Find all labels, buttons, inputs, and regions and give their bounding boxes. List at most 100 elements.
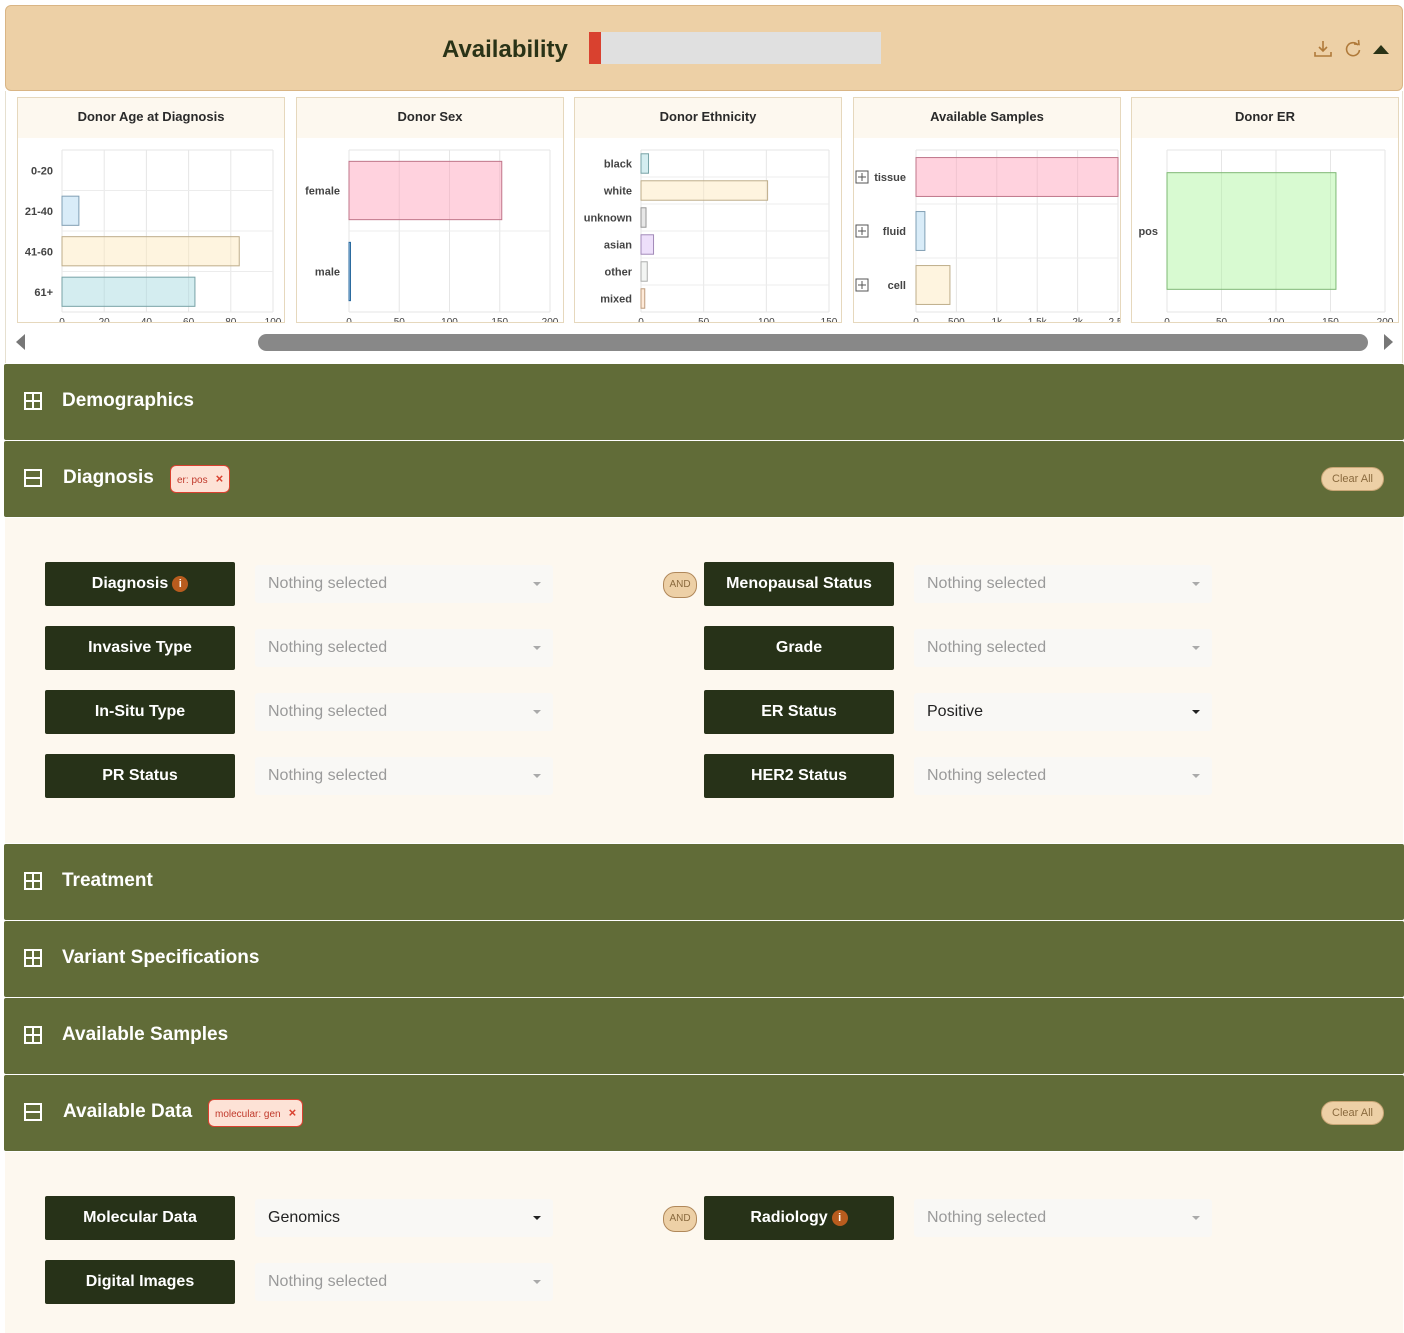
bar[interactable] xyxy=(915,211,926,251)
select-in-situ-type[interactable]: Nothing selected xyxy=(255,693,553,731)
filter-chip[interactable]: er: pos × xyxy=(170,465,231,493)
chart-card-ethnicity: Donor Ethnicity 0 50 100 150 black white unkno… xyxy=(574,97,842,323)
field-label-text: Diagnosis xyxy=(91,575,169,592)
x-tick-label: 100 xyxy=(441,317,458,323)
select-her2-status[interactable]: Nothing selected xyxy=(914,757,1212,795)
select-molecular-data[interactable]: Genomics xyxy=(255,1199,553,1237)
availability-header: Availability xyxy=(5,5,1403,91)
bar[interactable] xyxy=(915,157,1119,197)
bar[interactable] xyxy=(61,236,240,267)
bar[interactable] xyxy=(640,207,647,228)
dropdown-caret-icon xyxy=(1192,710,1200,714)
bar[interactable] xyxy=(640,288,646,309)
field-label-in-situ-type[interactable]: In-Situ Type xyxy=(45,690,235,734)
select-er-status[interactable]: Positive xyxy=(914,693,1212,731)
select-radiology[interactable]: Nothing selected xyxy=(914,1199,1212,1237)
section-variant-specifications[interactable]: Variant Specifications xyxy=(4,921,1404,997)
bar[interactable] xyxy=(640,153,650,174)
available-data-panel: Molecular Data Genomics Digital Images N… xyxy=(5,1152,1403,1333)
section-treatment[interactable]: Treatment xyxy=(4,844,1404,920)
x-tick-label: 80 xyxy=(225,317,237,323)
charts-scrollbar[interactable] xyxy=(6,327,1404,357)
field-label-her2-status[interactable]: HER2 Status xyxy=(704,754,894,798)
select-grade[interactable]: Nothing selected xyxy=(914,629,1212,667)
x-tick-label: 150 xyxy=(1322,317,1339,323)
collapse-icon[interactable] xyxy=(24,1103,42,1121)
field-label-digital-images[interactable]: Digital Images xyxy=(45,1260,235,1304)
section-diagnosis[interactable]: Diagnosis er: pos × Clear All xyxy=(4,441,1404,517)
x-tick-label: 1k xyxy=(992,317,1004,323)
expand-icon[interactable] xyxy=(24,949,42,967)
and-toggle[interactable]: AND xyxy=(663,1206,697,1232)
select-invasive-type[interactable]: Nothing selected xyxy=(255,629,553,667)
select-value: Nothing selected xyxy=(268,1273,388,1290)
section-available-data[interactable]: Available Data molecular: gen × Clear All xyxy=(4,1075,1404,1151)
expand-icon[interactable] xyxy=(24,1026,42,1044)
select-value: Nothing selected xyxy=(927,639,1047,656)
x-tick-label: 0 xyxy=(346,317,352,323)
bar[interactable] xyxy=(640,234,655,255)
bar[interactable] xyxy=(61,195,80,226)
field-label-text: Radiology xyxy=(750,1209,828,1226)
expand-category-icon[interactable] xyxy=(855,224,869,238)
scroll-right-arrow-icon[interactable] xyxy=(1384,334,1393,350)
bar[interactable] xyxy=(640,261,648,282)
collapse-up-icon[interactable] xyxy=(1370,38,1392,60)
section-demographics[interactable]: Demographics xyxy=(4,364,1404,440)
select-digital-images[interactable]: Nothing selected xyxy=(255,1263,553,1301)
chart-title: Donor Ethnicity xyxy=(575,98,841,138)
remove-chip-icon[interactable]: × xyxy=(216,471,224,486)
section-title: Available Data xyxy=(63,1101,193,1122)
bar[interactable] xyxy=(348,160,503,221)
remove-chip-icon[interactable]: × xyxy=(289,1105,297,1120)
filter-chip-label: er: pos xyxy=(177,475,208,486)
bar[interactable] xyxy=(1166,172,1337,290)
scroll-left-arrow-icon[interactable] xyxy=(16,334,25,350)
availability-progress-fill xyxy=(589,32,601,64)
x-tick-label: 0 xyxy=(59,317,65,323)
filter-chip-label: molecular: gen xyxy=(215,1109,281,1120)
and-toggle[interactable]: AND xyxy=(663,572,697,598)
chart-title: Donor Sex xyxy=(297,98,563,138)
expand-icon[interactable] xyxy=(24,872,42,890)
bar[interactable] xyxy=(61,276,196,307)
select-diagnosis[interactable]: Nothing selected xyxy=(255,565,553,603)
expand-category-icon[interactable] xyxy=(855,170,869,184)
info-icon[interactable]: i xyxy=(172,576,189,592)
dropdown-caret-icon xyxy=(1192,646,1200,650)
expand-icon[interactable] xyxy=(24,392,42,410)
field-label-er-status[interactable]: ER Status xyxy=(704,690,894,734)
field-label-grade[interactable]: Grade xyxy=(704,626,894,670)
scroll-thumb[interactable] xyxy=(258,334,1368,351)
select-value: Positive xyxy=(927,703,984,720)
y-tick-label: black xyxy=(604,159,633,171)
download-icon[interactable] xyxy=(1312,38,1334,60)
expand-category-icon[interactable] xyxy=(855,278,869,292)
collapse-icon[interactable] xyxy=(24,469,42,487)
x-tick-label: 2k xyxy=(1072,317,1084,323)
section-available-samples[interactable]: Available Samples xyxy=(4,998,1404,1074)
bar[interactable] xyxy=(640,180,769,201)
select-menopausal-status[interactable]: Nothing selected xyxy=(914,565,1212,603)
chart-samples-svg: 0 500 1k 1.5k 2k 2.5k tissue fluid cell xyxy=(855,149,1120,323)
chart-card-er: Donor ER 0 50 100 150 200 pos xyxy=(1131,97,1399,323)
field-label-radiology[interactable]: Radiology i xyxy=(704,1196,894,1240)
x-tick-label: 100 xyxy=(1268,317,1285,323)
chart-er-svg: 0 50 100 150 200 pos xyxy=(1138,149,1394,323)
select-pr-status[interactable]: Nothing selected xyxy=(255,757,553,795)
field-label-pr-status[interactable]: PR Status xyxy=(45,754,235,798)
clear-all-button[interactable]: Clear All xyxy=(1321,467,1384,491)
y-tick-label: asian xyxy=(604,240,632,252)
bar[interactable] xyxy=(348,241,351,302)
filter-chip[interactable]: molecular: gen × xyxy=(208,1099,304,1127)
field-label-molecular-data[interactable]: Molecular Data xyxy=(45,1196,235,1240)
field-label-diagnosis[interactable]: Diagnosis i xyxy=(45,562,235,606)
y-tick-label: pos xyxy=(1138,226,1158,238)
y-tick-label: 41-60 xyxy=(25,246,53,258)
field-label-invasive-type[interactable]: Invasive Type xyxy=(45,626,235,670)
bar[interactable] xyxy=(915,265,951,305)
field-label-menopausal-status[interactable]: Menopausal Status xyxy=(704,562,894,606)
refresh-icon[interactable] xyxy=(1342,38,1364,60)
clear-all-button[interactable]: Clear All xyxy=(1321,1101,1384,1125)
info-icon[interactable]: i xyxy=(831,1210,848,1226)
